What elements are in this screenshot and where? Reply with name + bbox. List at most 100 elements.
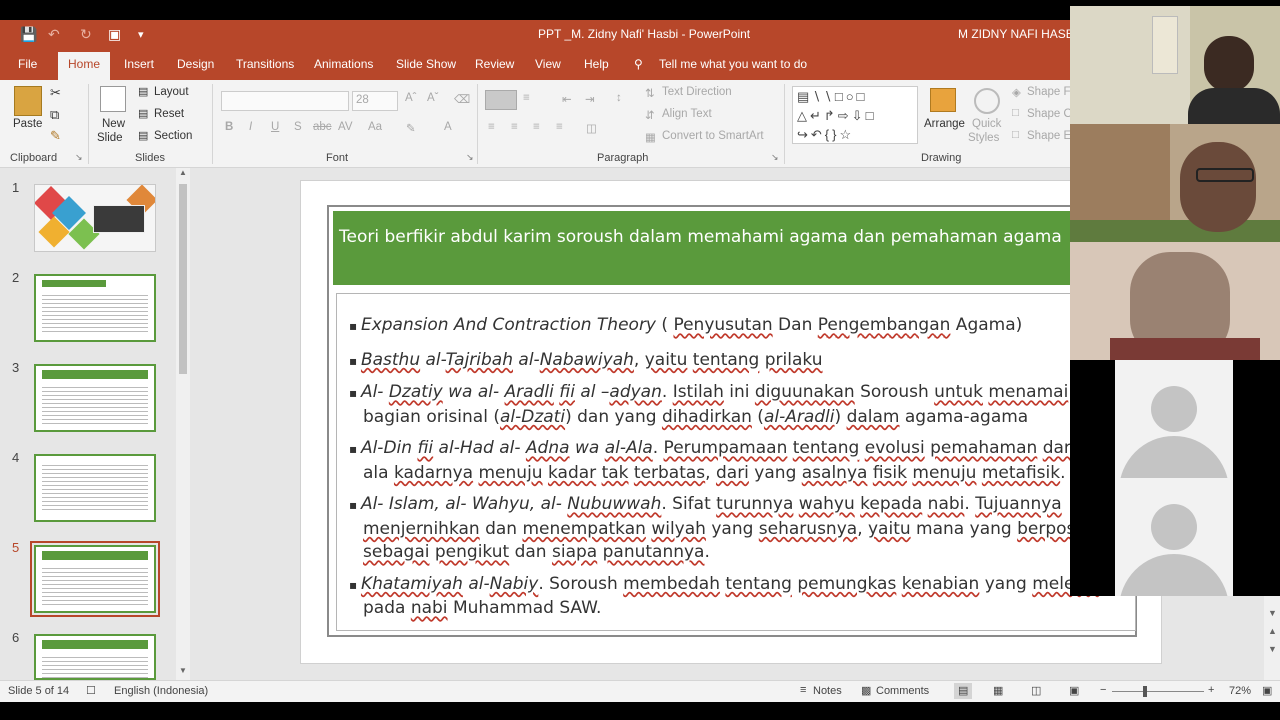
slide-thumbnail-4[interactable] <box>34 454 156 522</box>
customize-quick-access-icon[interactable]: ▾ <box>138 28 144 41</box>
quick-styles-icon[interactable] <box>974 88 1000 114</box>
comments-button[interactable]: Comments <box>876 685 929 697</box>
language-status[interactable]: English (Indonesia) <box>114 685 208 697</box>
new-slide-icon[interactable] <box>100 86 126 112</box>
shape-fill-button[interactable]: Shape Fi <box>1027 86 1073 98</box>
thumbnail-scrollbar[interactable]: ▲ ▼ <box>176 168 190 680</box>
video-tile-4[interactable] <box>1070 360 1280 478</box>
fit-to-window-icon[interactable]: ▣ <box>1262 684 1272 697</box>
video-tile-5[interactable] <box>1070 478 1280 596</box>
italic-icon[interactable]: I <box>249 121 252 133</box>
slide-content-box[interactable]: ▪ Expansion And Contraction Theory ( Pen… <box>336 293 1136 631</box>
font-launcher-icon[interactable]: ↘ <box>466 152 474 163</box>
clear-formatting-icon[interactable]: ⌫ <box>454 92 470 106</box>
strikethrough-icon[interactable]: abc <box>313 121 332 133</box>
slide-thumbnail-2[interactable] <box>34 274 156 342</box>
tab-transitions[interactable]: Transitions <box>236 57 294 71</box>
copy-icon[interactable]: ⧉ <box>50 107 59 123</box>
columns-icon[interactable]: ◫ <box>586 121 597 135</box>
numbering-icon[interactable]: ≡ <box>523 92 530 104</box>
layout-button[interactable]: Layout <box>154 86 189 98</box>
font-family-dropdown[interactable] <box>221 91 349 111</box>
paste-button[interactable]: Paste <box>13 118 42 130</box>
reading-view-icon[interactable]: ◫ <box>1031 684 1041 697</box>
format-painter-icon[interactable]: ✎ <box>50 128 61 144</box>
tab-view[interactable]: View <box>535 57 561 71</box>
slide-thumbnail-6[interactable] <box>34 634 156 680</box>
underline-icon[interactable]: U <box>271 121 279 133</box>
tab-home[interactable]: Home <box>58 52 111 80</box>
quick-styles-button[interactable]: Quick <box>972 118 1001 130</box>
shadow-icon[interactable]: S <box>294 121 302 133</box>
tab-review[interactable]: Review <box>475 57 514 71</box>
tab-slide-show[interactable]: Slide Show <box>396 57 456 71</box>
zoom-in-icon[interactable]: + <box>1208 684 1214 696</box>
align-center-icon[interactable]: ≡ <box>511 121 518 133</box>
change-case-icon[interactable]: Aa <box>368 121 382 133</box>
zoom-slider-thumb[interactable] <box>1143 686 1147 697</box>
quick-styles-button-line2[interactable]: Styles <box>968 132 999 144</box>
scroll-down-icon[interactable]: ▼ <box>1268 608 1277 618</box>
cut-icon[interactable]: ✂ <box>50 85 61 101</box>
section-button[interactable]: Section <box>154 130 192 142</box>
video-tile-1[interactable] <box>1070 6 1280 124</box>
shape-fill-icon[interactable]: ◈ <box>1012 85 1021 99</box>
accessibility-icon[interactable]: ☐ <box>86 684 96 697</box>
slide-sorter-icon[interactable]: ▦ <box>993 684 1003 697</box>
present-icon[interactable]: ▣ <box>108 26 121 43</box>
shape-outline-button[interactable]: Shape O <box>1027 108 1072 120</box>
video-tile-2[interactable] <box>1070 124 1280 242</box>
arrange-button[interactable]: Arrange <box>924 118 965 130</box>
increase-indent-icon[interactable]: ⇥ <box>585 92 595 106</box>
shape-effects-icon[interactable]: □ <box>1012 129 1019 141</box>
new-slide-button-line2[interactable]: Slide <box>97 132 123 144</box>
shapes-gallery[interactable]: ▤∖∖□○□ △↵↱⇨⇩□ ↪↶{}☆ <box>792 86 918 144</box>
align-left-icon[interactable]: ≡ <box>488 121 495 133</box>
shape-effects-button[interactable]: Shape Ef <box>1027 130 1074 142</box>
slide-thumbnail-1[interactable] <box>34 184 156 252</box>
line-spacing-icon[interactable]: ↕ <box>616 92 622 104</box>
previous-slide-icon[interactable]: ▲ <box>1268 626 1277 636</box>
align-text-button[interactable]: Align Text <box>662 108 712 120</box>
slide-thumbnail-3[interactable] <box>34 364 156 432</box>
next-slide-icon[interactable]: ▼ <box>1268 644 1277 654</box>
decrease-font-icon[interactable]: Aˇ <box>427 92 439 104</box>
bold-icon[interactable]: B <box>225 121 233 133</box>
highlight-icon[interactable]: ✎ <box>406 121 416 135</box>
zoom-out-icon[interactable]: − <box>1100 684 1106 696</box>
save-icon[interactable]: 💾 <box>20 26 37 43</box>
convert-smartart-button[interactable]: Convert to SmartArt <box>662 130 764 142</box>
slide-canvas[interactable]: Teori berfikir abdul karim soroush dalam… <box>300 180 1162 664</box>
tab-design[interactable]: Design <box>177 57 214 71</box>
slide-thumbnail-5[interactable] <box>34 545 156 613</box>
paragraph-launcher-icon[interactable]: ↘ <box>771 152 779 163</box>
paste-icon[interactable] <box>14 86 42 116</box>
justify-icon[interactable]: ≡ <box>556 121 563 133</box>
char-spacing-icon[interactable]: AV <box>338 121 353 133</box>
video-tile-3[interactable] <box>1070 242 1280 360</box>
notes-button[interactable]: Notes <box>813 685 842 697</box>
undo-icon[interactable]: ↶ <box>48 26 60 43</box>
decrease-indent-icon[interactable]: ⇤ <box>562 92 572 106</box>
slide-show-icon[interactable]: ▣ <box>1069 684 1079 697</box>
reset-button[interactable]: Reset <box>154 108 184 120</box>
arrange-icon[interactable] <box>930 88 956 112</box>
text-direction-button[interactable]: Text Direction <box>662 86 732 98</box>
tab-file[interactable]: File <box>18 57 37 71</box>
notes-icon[interactable]: ≡ <box>800 684 806 696</box>
zoom-slider[interactable] <box>1112 691 1204 692</box>
tab-animations[interactable]: Animations <box>314 57 373 71</box>
scroll-down-icon[interactable]: ▼ <box>179 666 187 675</box>
text-direction-icon[interactable]: ⇅ <box>645 86 655 100</box>
zoom-level[interactable]: 72% <box>1229 685 1251 697</box>
tell-me-search[interactable]: Tell me what you want to do <box>659 57 807 71</box>
redo-icon[interactable]: ↻ <box>80 26 92 43</box>
tab-help[interactable]: Help <box>584 57 609 71</box>
tab-insert[interactable]: Insert <box>124 57 154 71</box>
increase-font-icon[interactable]: Aˆ <box>405 92 417 104</box>
font-color-icon[interactable]: A <box>444 121 452 133</box>
slide-title[interactable]: Teori berfikir abdul karim soroush dalam… <box>333 211 1073 285</box>
user-name[interactable]: M ZIDNY NAFI HASBI <box>958 27 1077 41</box>
clipboard-launcher-icon[interactable]: ↘ <box>75 152 83 163</box>
align-right-icon[interactable]: ≡ <box>533 121 540 133</box>
